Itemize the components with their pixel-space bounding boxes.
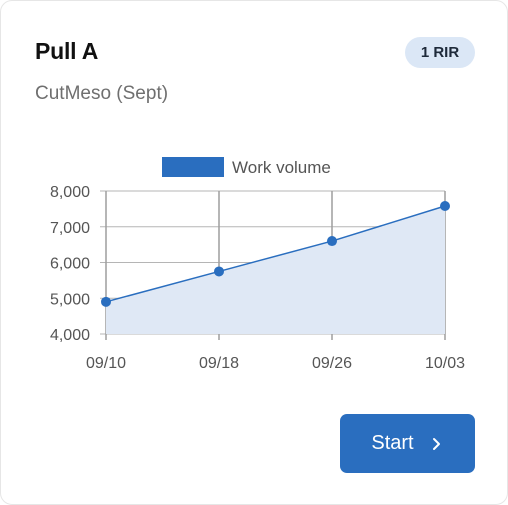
y-tick-label: 5,000	[50, 291, 90, 308]
data-point	[440, 201, 450, 212]
data-point	[214, 266, 224, 277]
chevron-right-icon	[432, 437, 440, 450]
workout-card: Pull A CutMeso (Sept) 1 RIR Work volume …	[0, 0, 508, 505]
series-area-fill	[106, 206, 445, 334]
y-tick-label: 8,000	[50, 184, 90, 201]
y-tick-label: 4,000	[50, 327, 90, 344]
y-tick-label: 7,000	[50, 220, 90, 237]
x-tick-label: 09/18	[199, 355, 239, 372]
legend-swatch-work-volume	[162, 157, 224, 177]
y-axis-labels: 8,000 7,000 6,000 5,000 4,000	[50, 184, 90, 344]
start-button-label: Start	[371, 432, 414, 454]
start-button[interactable]: Start	[340, 414, 475, 473]
data-point	[327, 236, 337, 247]
x-tick-label: 09/10	[86, 355, 126, 372]
work-volume-chart: Work volume 8,000 7,000 6,000 5,000 4,000 09…	[50, 157, 465, 372]
chart-legend: Work volume	[162, 157, 331, 177]
y-tick-label: 6,000	[50, 256, 90, 273]
x-axis-labels: 09/10 09/18 09/26 10/03	[86, 355, 465, 372]
legend-label-work-volume: Work volume	[232, 158, 331, 177]
x-tick-label: 09/26	[312, 355, 352, 372]
data-point	[101, 296, 111, 307]
chart-area	[105, 205, 446, 334]
x-tick-label: 10/03	[425, 355, 465, 372]
